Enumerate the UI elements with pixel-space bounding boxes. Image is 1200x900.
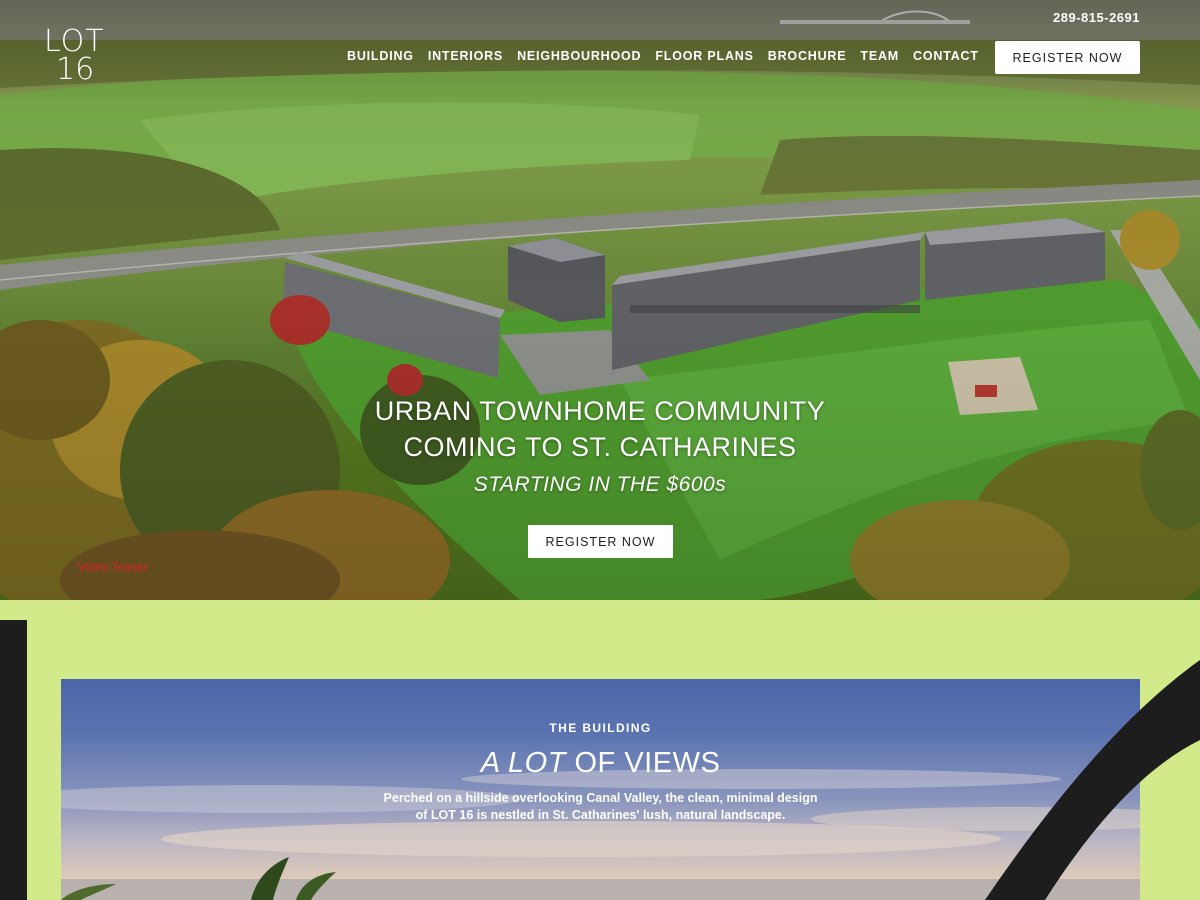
hero-copy: URBAN TOWNHOME COMMUNITY COMING TO ST. C… bbox=[0, 393, 1200, 497]
nav-brochure[interactable]: BROCHURE bbox=[768, 49, 847, 63]
nav-team[interactable]: TEAM bbox=[860, 49, 899, 63]
hero-register-button[interactable]: REGISTER NOW bbox=[528, 525, 673, 558]
phone-number[interactable]: 289-815-2691 bbox=[1053, 10, 1140, 25]
hero-headline-line1: URBAN TOWNHOME COMMUNITY bbox=[374, 396, 826, 426]
logo-line2: 16 bbox=[56, 51, 95, 87]
video-teaser-link[interactable]: Video Teaser bbox=[78, 560, 148, 574]
hero-section: LOT 16 289-815-2691 BUILDING INTERIORS N… bbox=[0, 0, 1200, 600]
main-nav: BUILDING INTERIORS NEIGHBOURHOOD FLOOR P… bbox=[340, 49, 986, 63]
nav-neighbourhood[interactable]: NEIGHBOURHOOD bbox=[517, 49, 641, 63]
header-register-button[interactable]: REGISTER NOW bbox=[995, 41, 1140, 74]
nav-floor-plans[interactable]: FLOOR PLANS bbox=[655, 49, 753, 63]
hero-headline-line2: COMING TO ST. CATHARINES bbox=[403, 432, 797, 462]
nav-interiors[interactable]: INTERIORS bbox=[428, 49, 503, 63]
hero-overlay bbox=[0, 0, 1200, 600]
nav-contact[interactable]: CONTACT bbox=[913, 49, 979, 63]
hero-subheadline: STARTING IN THE $600s bbox=[473, 473, 727, 496]
lot16-logo[interactable]: LOT 16 bbox=[44, 27, 105, 87]
building-section: THE BUILDING A LOT OF VIEWS Perched on a… bbox=[0, 600, 1200, 900]
nav-building[interactable]: BUILDING bbox=[347, 49, 414, 63]
decorative-arc bbox=[985, 660, 1200, 900]
